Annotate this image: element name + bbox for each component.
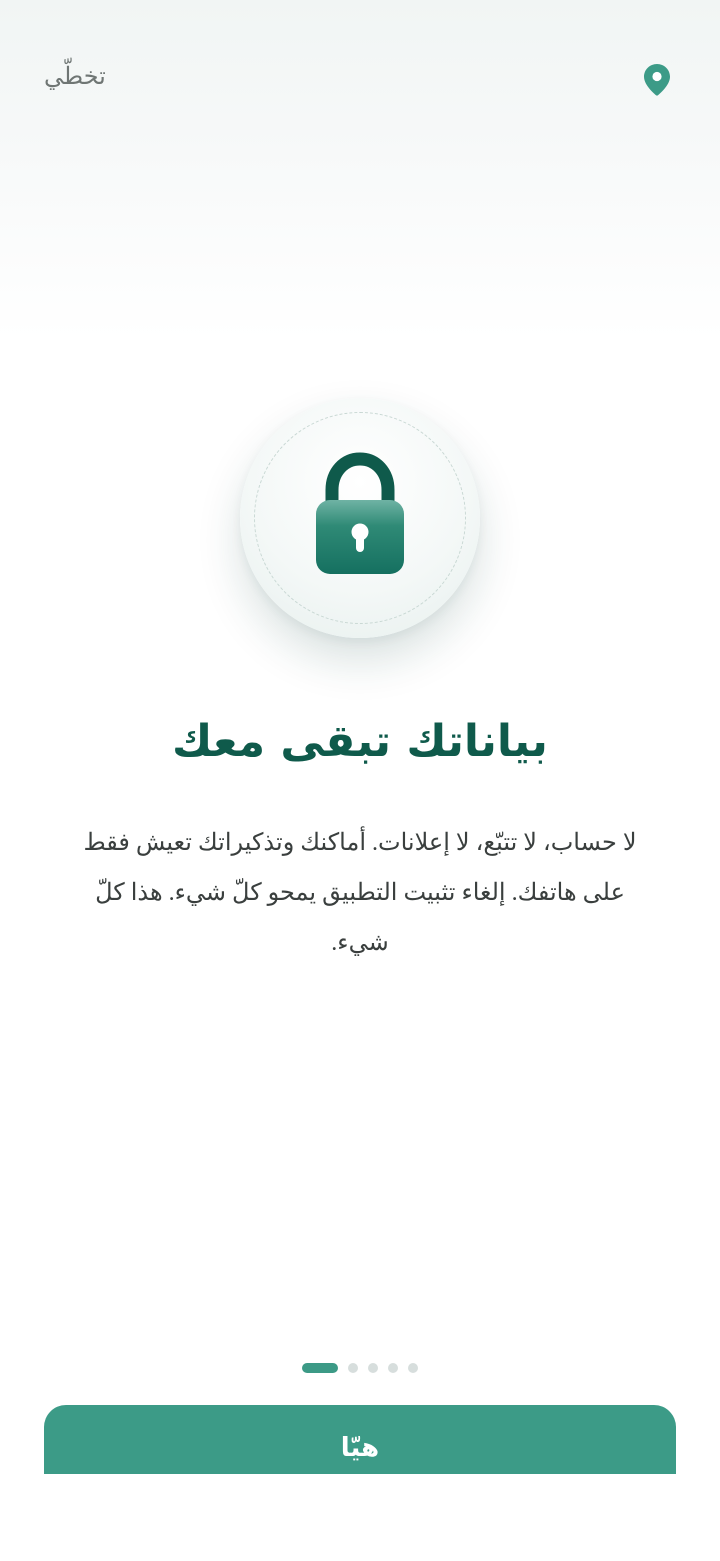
lock-icon xyxy=(316,452,404,574)
get-started-button[interactable]: هيّا xyxy=(44,1405,676,1474)
map-pin-icon xyxy=(644,64,670,96)
page-indicator xyxy=(0,1362,720,1374)
cta-container: هيّا xyxy=(44,1405,676,1474)
top-bar: تخطّي xyxy=(0,0,720,160)
page-title: بياناتك تبقى معك xyxy=(172,716,548,767)
hero-illustration xyxy=(240,398,480,638)
page-dot xyxy=(388,1363,398,1373)
page-dot xyxy=(408,1363,418,1373)
page-dot-active xyxy=(302,1363,338,1373)
page-dot xyxy=(348,1363,358,1373)
skip-button[interactable]: تخطّي xyxy=(44,62,106,91)
page-description: لا حساب، لا تتبّع، لا إعلانات. أماكنك وت… xyxy=(83,830,637,956)
page-dot xyxy=(368,1363,378,1373)
